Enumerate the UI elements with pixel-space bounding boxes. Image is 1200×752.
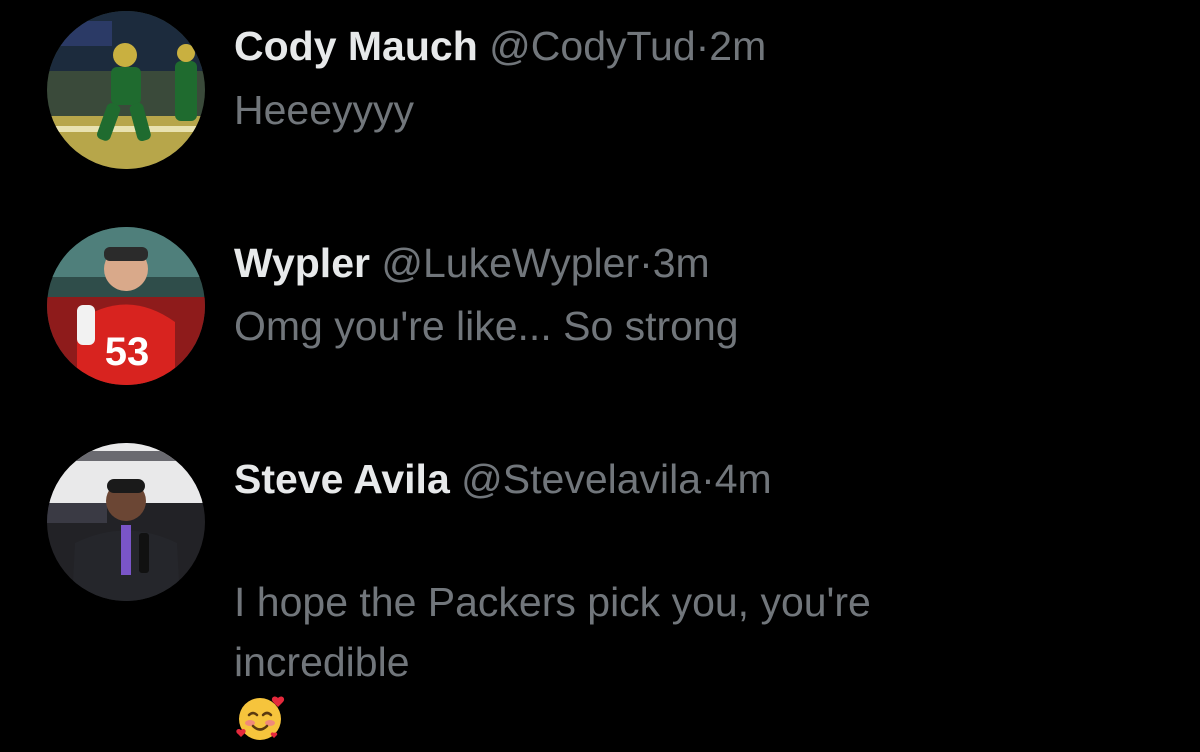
timestamp[interactable]: 2m: [709, 23, 766, 69]
reply-text-container: I hope the Packers pick you, you're incr…: [234, 512, 871, 752]
author-name[interactable]: Cody Mauch: [234, 23, 478, 69]
avatar[interactable]: [47, 11, 205, 169]
avatar[interactable]: [47, 443, 205, 601]
reply-text: Omg you're like... So strong: [234, 303, 739, 349]
smiling-face-with-hearts-icon: [236, 696, 285, 740]
avatar[interactable]: 53: [47, 227, 205, 385]
author-name[interactable]: Wypler: [234, 240, 370, 286]
reply-text: I hope the Packers pick you, you're incr…: [234, 579, 871, 685]
timestamp[interactable]: 4m: [715, 456, 772, 502]
separator-dot: ·: [639, 240, 653, 286]
football-player-avatar-icon: [47, 443, 205, 601]
author-handle[interactable]: @LukeWypler: [381, 240, 639, 286]
separator-dot: ·: [695, 23, 710, 69]
author-handle[interactable]: @CodyTud: [489, 23, 695, 69]
separator-dot: ·: [701, 456, 715, 502]
author-handle[interactable]: @Stevelavila: [461, 456, 701, 502]
reply-text: Heeeyyyy: [234, 87, 415, 133]
football-player-avatar-icon: 53: [47, 227, 205, 385]
football-player-avatar-icon: [47, 11, 205, 169]
author-name[interactable]: Steve Avila: [234, 456, 450, 502]
timestamp[interactable]: 3m: [653, 240, 710, 286]
jersey-number: 53: [105, 330, 150, 374]
